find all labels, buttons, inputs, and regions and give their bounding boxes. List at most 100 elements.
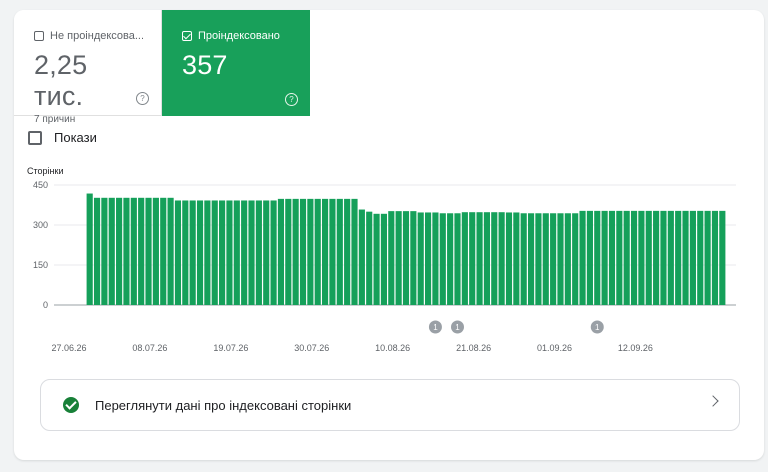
help-icon[interactable]: ? — [136, 92, 149, 105]
data-bar — [226, 200, 233, 305]
view-indexed-pages-link[interactable]: Переглянути дані про індексовані сторінк… — [40, 379, 740, 431]
data-bar — [388, 211, 395, 305]
data-bar — [689, 210, 696, 305]
data-bar — [594, 210, 601, 305]
check-circle-icon — [63, 397, 79, 413]
data-bar — [160, 197, 167, 305]
data-bar — [93, 197, 101, 305]
data-bar — [322, 198, 329, 305]
annotation-label: 1 — [433, 323, 438, 332]
index-coverage-card: Не проіндексова... 2,25 тис. 7 причин ? … — [14, 10, 764, 460]
data-bar — [454, 213, 461, 305]
data-bar — [314, 198, 321, 305]
data-bar — [550, 213, 557, 305]
data-bar — [138, 197, 145, 305]
data-bar — [491, 212, 498, 305]
indexed-pages-chart: Сторінки 0 150 300 450 27.06.26 08.07.26 19.07.… — [14, 162, 764, 362]
data-bar — [439, 213, 446, 305]
checkbox-icon[interactable] — [34, 31, 44, 41]
data-bar — [616, 210, 623, 305]
data-bar — [123, 197, 130, 305]
data-bar — [513, 212, 520, 305]
data-bar — [270, 200, 277, 305]
data-bar — [704, 210, 711, 305]
data-bar — [520, 213, 527, 305]
data-bar — [152, 197, 159, 305]
x-tick-label: 01.09.26 — [537, 343, 572, 353]
data-bar — [564, 213, 571, 305]
data-bar — [579, 210, 586, 305]
impressions-label: Покази — [54, 130, 97, 145]
x-tick-label: 10.08.26 — [375, 343, 410, 353]
data-bar — [351, 198, 358, 305]
y-axis-title: Сторінки — [27, 166, 63, 176]
data-bar — [417, 212, 424, 305]
data-bar — [241, 200, 248, 305]
x-tick-label: 08.07.26 — [132, 343, 167, 353]
data-bar — [535, 213, 542, 305]
data-bar — [505, 212, 513, 305]
chevron-right-icon — [707, 395, 719, 407]
data-bar — [373, 213, 380, 305]
data-bar — [167, 197, 174, 305]
data-bar — [653, 210, 660, 305]
data-bar — [424, 212, 432, 305]
data-bar — [189, 200, 196, 305]
data-bar — [366, 211, 373, 305]
data-bar — [233, 200, 240, 305]
data-bar — [498, 212, 505, 305]
y-tick-label: 450 — [33, 180, 48, 190]
data-bar — [299, 198, 307, 305]
data-bar — [116, 197, 123, 305]
data-bar — [675, 210, 682, 305]
data-bar — [630, 210, 638, 305]
data-bar — [402, 211, 410, 305]
x-tick-label: 27.06.26 — [51, 343, 86, 353]
data-bar — [697, 210, 704, 305]
y-tick-label: 150 — [33, 260, 48, 270]
data-bar — [292, 198, 299, 305]
data-bar — [255, 200, 262, 305]
x-tick-label: 30.07.26 — [294, 343, 329, 353]
data-bar — [307, 198, 314, 305]
data-bar — [86, 193, 93, 305]
data-bar — [108, 197, 115, 305]
data-bar — [461, 212, 468, 305]
data-bar — [638, 210, 645, 305]
data-bar — [719, 210, 726, 305]
bar-chart: Сторінки 0 150 300 450 27.06.26 08.07.26 19.07.… — [27, 166, 736, 353]
data-bar — [248, 200, 255, 305]
data-bar — [204, 200, 211, 305]
x-tick-label: 12.09.26 — [618, 343, 653, 353]
tile-label: Проіндексовано — [198, 30, 280, 42]
checkbox-icon[interactable] — [28, 130, 42, 145]
data-bar — [358, 209, 365, 305]
data-bar — [682, 210, 689, 305]
data-bar — [711, 210, 719, 305]
data-bar — [447, 213, 454, 305]
data-bar — [542, 213, 549, 305]
data-bar — [380, 213, 388, 305]
checkbox-checked-icon[interactable] — [182, 31, 192, 41]
data-bar — [476, 212, 483, 305]
data-bar — [395, 211, 402, 305]
data-bar — [667, 210, 674, 305]
x-tick-label: 19.07.26 — [213, 343, 248, 353]
view-indexed-pages-label: Переглянути дані про індексовані сторінк… — [95, 397, 352, 413]
data-bar — [211, 200, 218, 305]
data-bar — [101, 197, 108, 305]
data-bar — [527, 213, 535, 305]
impressions-toggle[interactable]: Покази — [28, 130, 97, 145]
help-icon[interactable]: ? — [285, 93, 298, 106]
tile-not-indexed[interactable]: Не проіндексова... 2,25 тис. 7 причин ? — [14, 10, 162, 125]
data-bar — [483, 212, 490, 305]
data-bar — [410, 211, 417, 305]
tile-value: 2,25 тис. — [34, 50, 88, 111]
data-bar — [432, 212, 439, 305]
x-tick-label: 21.08.26 — [456, 343, 491, 353]
data-bar — [263, 200, 270, 305]
tile-indexed[interactable]: Проіндексовано 357 ? — [162, 10, 310, 116]
y-tick-label: 0 — [43, 300, 48, 310]
data-bar — [285, 198, 292, 305]
data-bar — [572, 213, 579, 305]
